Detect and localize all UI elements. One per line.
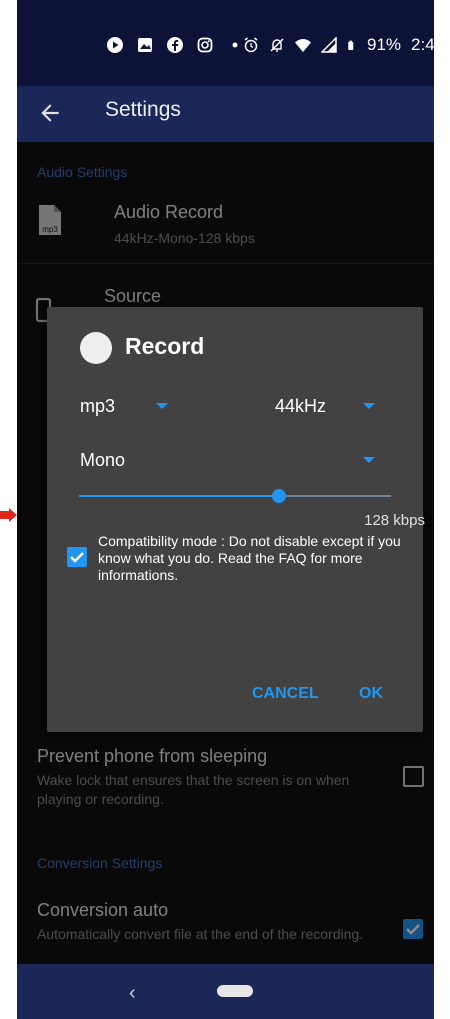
status-right-icons: 91% 2:40	[243, 34, 434, 56]
instagram-icon	[197, 37, 213, 53]
image-icon	[138, 38, 152, 52]
dialog-title: Record	[125, 333, 205, 359]
status-bar: 91% 2:40	[17, 0, 434, 86]
app-bar: Settings	[17, 86, 434, 142]
record-circle-icon	[80, 332, 112, 364]
chevron-down-icon[interactable]	[363, 403, 375, 409]
bitrate-value: 128 kbps	[364, 512, 425, 529]
format-select[interactable]: mp3	[80, 396, 115, 417]
nav-home-button[interactable]	[217, 985, 253, 997]
mute-icon	[270, 38, 284, 52]
bitrate-slider-filled[interactable]	[79, 495, 279, 497]
status-left-icons	[107, 34, 243, 56]
check-icon	[70, 552, 84, 563]
clock: 2:40	[411, 35, 434, 54]
navigation-bar: ‹	[17, 964, 434, 1019]
channels-select[interactable]: Mono	[80, 450, 125, 471]
facebook-icon	[167, 37, 183, 53]
compatibility-checkbox[interactable]	[67, 547, 87, 567]
battery-icon	[348, 40, 354, 50]
ok-button[interactable]: OK	[359, 685, 383, 703]
signal-icon	[321, 37, 337, 53]
record-dialog: Record mp3 44kHz Mono 128 kbps Compatibi…	[47, 307, 425, 732]
play-icon	[107, 37, 123, 53]
dot-icon	[232, 42, 238, 48]
alarm-icon	[244, 37, 258, 53]
battery-percent: 91%	[367, 35, 402, 54]
bitrate-slider-thumb[interactable]	[271, 489, 286, 503]
compatibility-text: Compatibility mode : Do not disable exce…	[98, 533, 401, 583]
sample-rate-select[interactable]: 44kHz	[275, 396, 326, 417]
page-title: Settings	[105, 98, 181, 121]
back-arrow-icon[interactable]	[37, 100, 63, 126]
chevron-down-icon[interactable]	[156, 403, 168, 409]
bitrate-slider-track[interactable]	[278, 495, 391, 497]
wifi-icon	[295, 39, 311, 52]
phone-screen: 91% 2:40 Settings Audio Settings mp3 Aud…	[17, 0, 434, 1019]
red-arrow-pointer	[0, 508, 17, 522]
nav-back-button[interactable]: ‹	[129, 982, 136, 1005]
cancel-button[interactable]: CANCEL	[252, 685, 319, 703]
chevron-down-icon[interactable]	[363, 457, 375, 463]
